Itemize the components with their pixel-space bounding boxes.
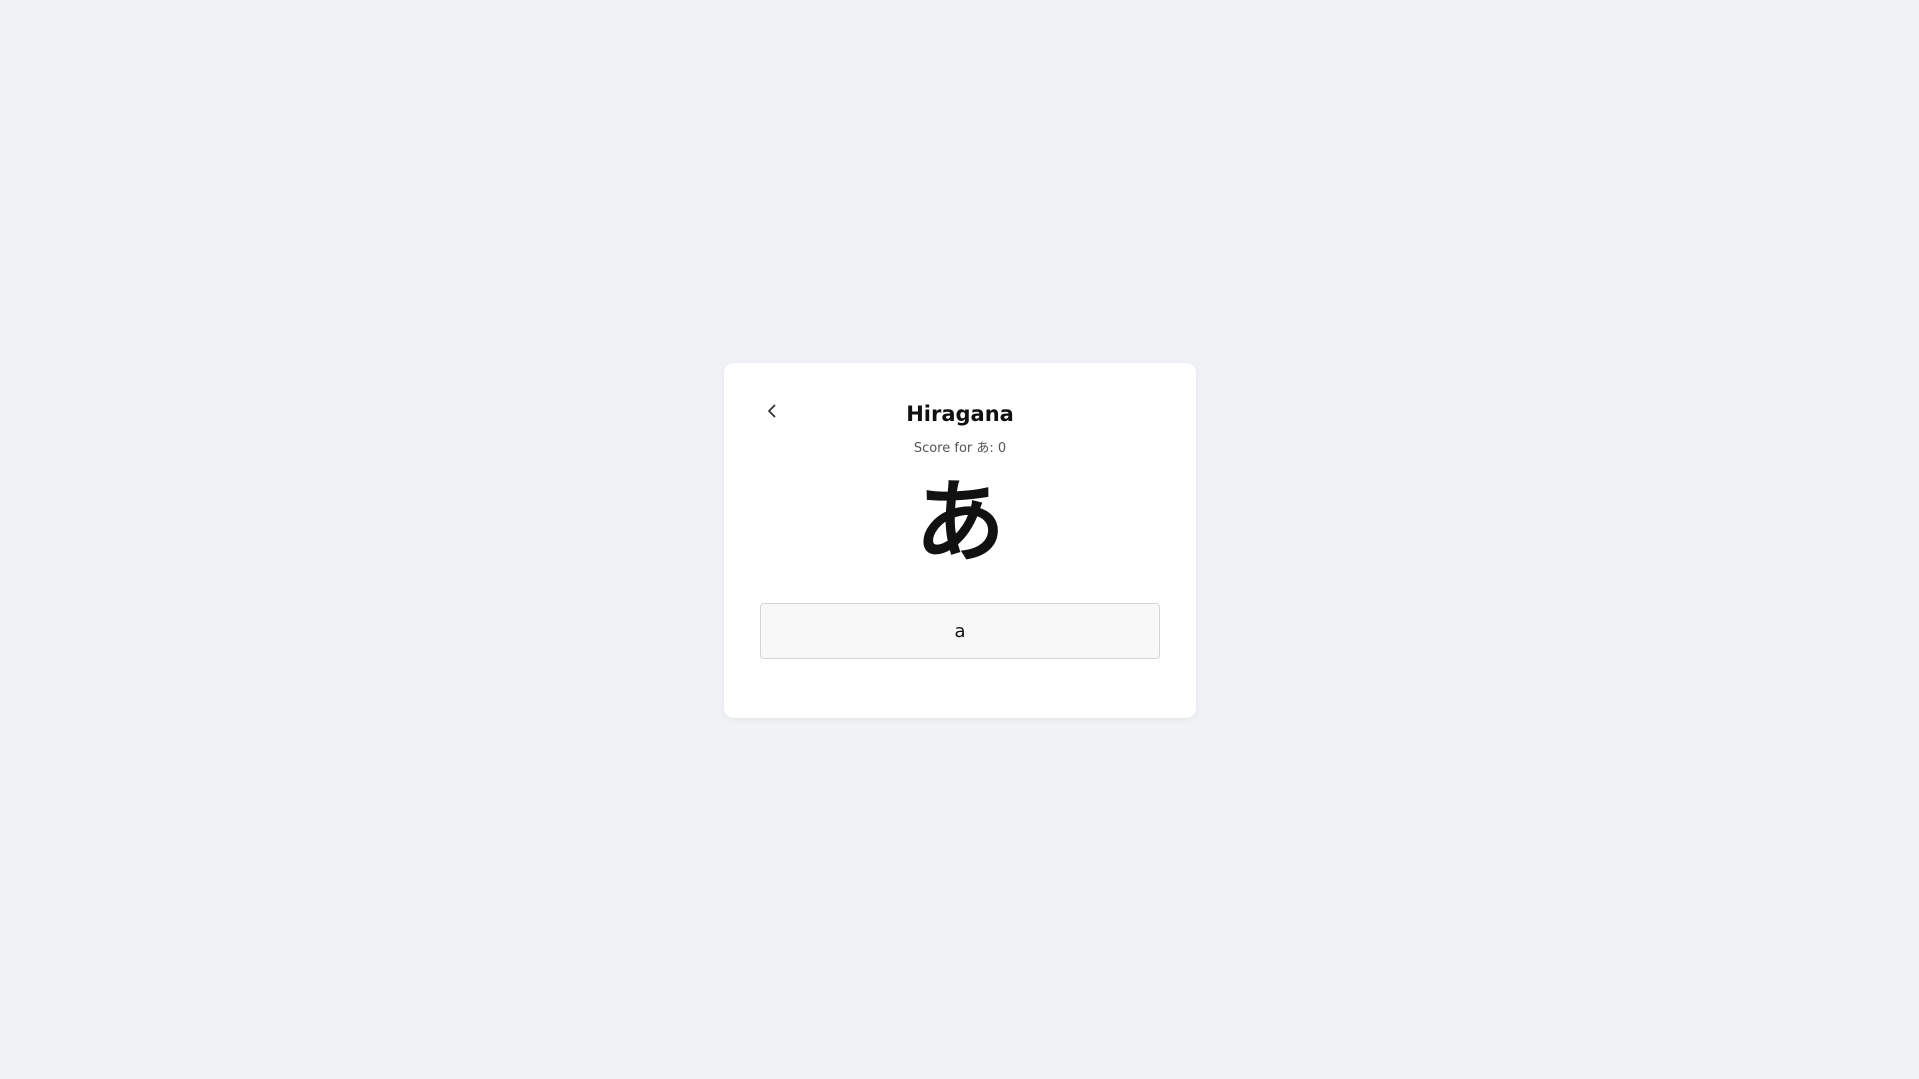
answer-input[interactable] <box>760 603 1160 659</box>
score-text: Score for あ: 0 <box>913 441 1007 456</box>
kana-character: あ <box>915 470 1005 575</box>
quiz-card: Hiragana Score for あ: 0 あ <box>724 363 1196 718</box>
page-title: Hiragana <box>906 402 1014 426</box>
